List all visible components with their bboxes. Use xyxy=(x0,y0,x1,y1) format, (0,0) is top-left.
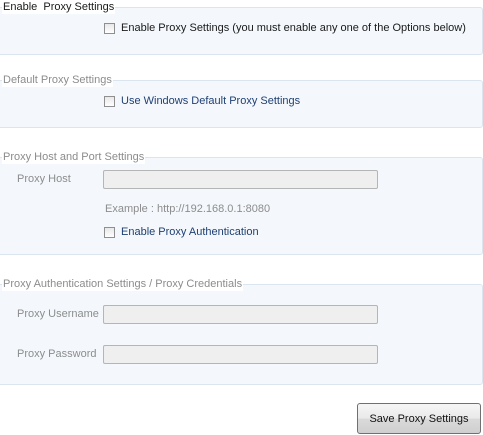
proxy-username-input[interactable] xyxy=(103,305,378,324)
proxy-username-label: Proxy Username xyxy=(17,308,99,320)
enable-auth-checkbox-label: Enable Proxy Authentication xyxy=(121,226,259,238)
proxy-host-input[interactable] xyxy=(103,170,378,189)
windows-default-checkbox[interactable] xyxy=(104,95,115,107)
enable-proxy-group-legend: Enable Proxy Settings xyxy=(2,0,116,14)
enable-auth-checkbox-row[interactable]: Enable Proxy Authentication xyxy=(104,226,259,238)
proxy-password-input[interactable] xyxy=(103,345,378,364)
enable-proxy-checkbox[interactable] xyxy=(104,22,115,34)
proxy-host-label: Proxy Host xyxy=(17,173,71,185)
proxy-host-group-legend: Proxy Host and Port Settings xyxy=(2,150,146,164)
proxy-credentials-group-legend: Proxy Authentication Settings / Proxy Cr… xyxy=(2,277,244,291)
enable-proxy-checkbox-row[interactable]: Enable Proxy Settings (you must enable a… xyxy=(104,22,466,34)
enable-proxy-checkbox-label: Enable Proxy Settings (you must enable a… xyxy=(121,22,466,34)
windows-default-checkbox-label: Use Windows Default Proxy Settings xyxy=(121,95,301,107)
windows-default-checkbox-row[interactable]: Use Windows Default Proxy Settings xyxy=(104,95,300,107)
default-proxy-group-legend: Default Proxy Settings xyxy=(2,73,113,87)
proxy-host-example-text: Example : http://192.168.0.1:8080 xyxy=(105,203,271,215)
proxy-password-label: Proxy Password xyxy=(17,348,97,360)
proxy-host-group: Proxy Host and Port Settings Proxy Host … xyxy=(0,150,483,255)
enable-auth-checkbox[interactable] xyxy=(104,226,115,238)
default-proxy-group: Default Proxy Settings Use Windows Defau… xyxy=(0,73,483,128)
enable-proxy-group: Enable Proxy Settings Enable Proxy Setti… xyxy=(0,0,483,55)
proxy-credentials-group: Proxy Authentication Settings / Proxy Cr… xyxy=(0,277,483,385)
save-proxy-settings-button[interactable]: Save Proxy Settings xyxy=(357,403,481,434)
